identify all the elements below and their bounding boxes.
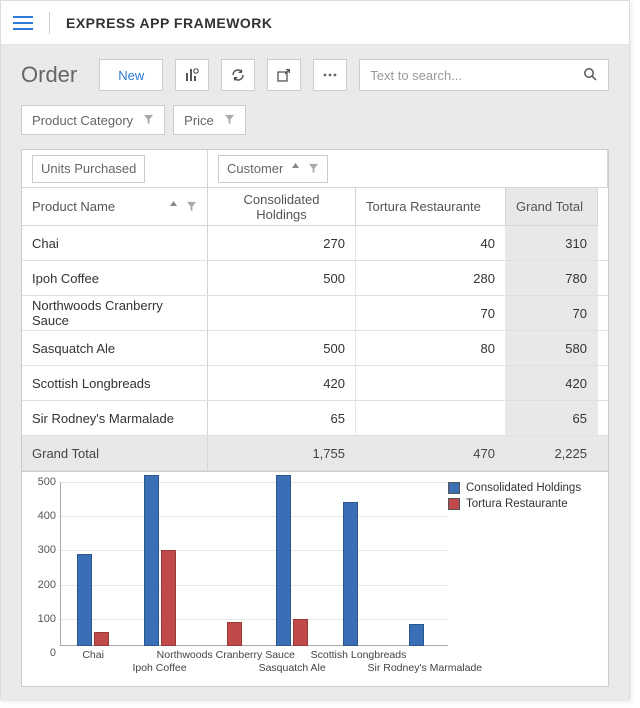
legend-label: Consolidated Holdings	[466, 482, 581, 494]
value-cell: 500	[208, 261, 356, 295]
chart-settings-button[interactable]	[175, 59, 209, 91]
grand-total-row: Grand Total1,7554702,225	[22, 436, 608, 471]
filter-icon	[143, 113, 154, 128]
x-tick-label: Ipoh Coffee	[132, 662, 186, 674]
value-cell: 70	[356, 296, 506, 330]
chart-bar[interactable]	[227, 622, 242, 646]
product-cell: Northwoods Cranberry Sauce	[22, 296, 208, 330]
value-cell: 40	[356, 226, 506, 260]
x-tick-label: Scottish Longbreads	[311, 649, 407, 661]
product-cell: Sasquatch Ale	[22, 331, 208, 365]
pivot-grid: Units Purchased Customer Product Name	[21, 149, 609, 472]
value-cell	[356, 401, 506, 435]
total-cell: 65	[506, 401, 598, 435]
pivot-chart: 0 100 200 300 400 500 Chai Ipoh CoffeeNorthwood…	[21, 472, 609, 687]
y-tick-label: 500	[38, 476, 56, 488]
legend-swatch	[448, 482, 460, 494]
pivot-column-area[interactable]: Customer	[208, 150, 608, 188]
y-tick-label: 100	[38, 613, 56, 625]
y-tick-label: 400	[38, 510, 56, 522]
refresh-button[interactable]	[221, 59, 255, 91]
product-cell: Scottish Longbreads	[22, 366, 208, 400]
product-cell: Ipoh Coffee	[22, 261, 208, 295]
value-cell	[208, 296, 356, 330]
filter-chip-label: Product Category	[32, 113, 133, 128]
app-title: EXPRESS APP FRAMEWORK	[66, 15, 273, 31]
filter-chip-product-category[interactable]: Product Category	[21, 105, 165, 135]
search-input[interactable]	[370, 68, 582, 83]
pivot-data-field[interactable]: Units Purchased	[32, 155, 145, 183]
page-title: Order	[21, 62, 77, 88]
x-tick-label: Northwoods Cranberry Sauce	[157, 649, 295, 661]
grand-total-label: Grand Total	[22, 436, 208, 470]
value-cell: 280	[356, 261, 506, 295]
legend-item[interactable]: Consolidated Holdings	[448, 482, 598, 494]
x-tick-label: Sir Rodney's Marmalade	[368, 662, 483, 674]
value-cell: 270	[208, 226, 356, 260]
sort-asc-icon	[169, 201, 178, 212]
total-cell: 580	[506, 331, 598, 365]
table-row[interactable]: Ipoh Coffee500280780	[22, 261, 608, 296]
table-row[interactable]: Sasquatch Ale50080580	[22, 331, 608, 366]
chart-bar[interactable]	[77, 554, 92, 646]
legend-label: Tortura Restaurante	[466, 498, 568, 510]
filter-icon	[224, 113, 235, 128]
total-cell: 310	[506, 226, 598, 260]
filter-icon	[186, 201, 197, 212]
chart-legend: Consolidated Holdings Tortura Restaurant…	[448, 482, 598, 680]
pivot-data-area[interactable]: Units Purchased	[22, 150, 208, 188]
table-row[interactable]: Chai27040310	[22, 226, 608, 261]
filter-chip-price[interactable]: Price	[173, 105, 246, 135]
legend-swatch	[448, 498, 460, 510]
table-row[interactable]: Scottish Longbreads420420	[22, 366, 608, 401]
chart-bar[interactable]	[276, 475, 291, 646]
more-actions-button[interactable]	[313, 59, 347, 91]
x-tick-label: Chai	[82, 649, 104, 661]
filter-icon	[308, 163, 319, 174]
product-cell: Chai	[22, 226, 208, 260]
value-cell	[356, 366, 506, 400]
export-icon	[276, 67, 292, 83]
y-tick-label: 200	[38, 579, 56, 591]
hamburger-menu[interactable]	[13, 13, 33, 33]
total-cell: 470	[356, 436, 506, 470]
value-cell: 420	[208, 366, 356, 400]
sort-asc-icon	[291, 163, 300, 174]
ellipsis-icon	[322, 67, 338, 83]
search-box[interactable]	[359, 59, 609, 91]
search-icon[interactable]	[582, 66, 598, 85]
value-cell: 65	[208, 401, 356, 435]
value-cell: 500	[208, 331, 356, 365]
table-row[interactable]: Sir Rodney's Marmalade6565	[22, 401, 608, 436]
refresh-icon	[230, 67, 246, 83]
new-button[interactable]: New	[99, 59, 163, 91]
chart-bar[interactable]	[293, 619, 308, 646]
y-tick-label: 300	[38, 544, 56, 556]
chart-bar[interactable]	[343, 502, 358, 646]
export-button[interactable]	[267, 59, 301, 91]
table-row[interactable]: Northwoods Cranberry Sauce 7070	[22, 296, 608, 331]
chart-bar[interactable]	[161, 550, 176, 646]
total-cell: 2,225	[506, 436, 598, 470]
total-cell: 70	[506, 296, 598, 330]
column-header[interactable]: Consolidated Holdings	[208, 188, 356, 226]
bars-gear-icon	[184, 67, 200, 83]
chart-bar[interactable]	[144, 475, 159, 646]
filter-chip-label: Price	[184, 113, 214, 128]
pivot-column-field[interactable]: Customer	[218, 155, 328, 183]
total-cell: 1,755	[208, 436, 356, 470]
pivot-row-field-header[interactable]: Product Name	[22, 188, 208, 226]
chart-bar[interactable]	[94, 632, 109, 646]
column-header-total[interactable]: Grand Total	[506, 188, 598, 226]
column-header[interactable]: Tortura Restaurante	[356, 188, 506, 226]
x-tick-label: Sasquatch Ale	[259, 662, 326, 674]
legend-item[interactable]: Tortura Restaurante	[448, 498, 598, 510]
total-cell: 780	[506, 261, 598, 295]
chart-bar[interactable]	[409, 624, 424, 646]
total-cell: 420	[506, 366, 598, 400]
value-cell: 80	[356, 331, 506, 365]
separator	[49, 12, 50, 34]
y-tick-label: 0	[50, 647, 56, 659]
product-cell: Sir Rodney's Marmalade	[22, 401, 208, 435]
